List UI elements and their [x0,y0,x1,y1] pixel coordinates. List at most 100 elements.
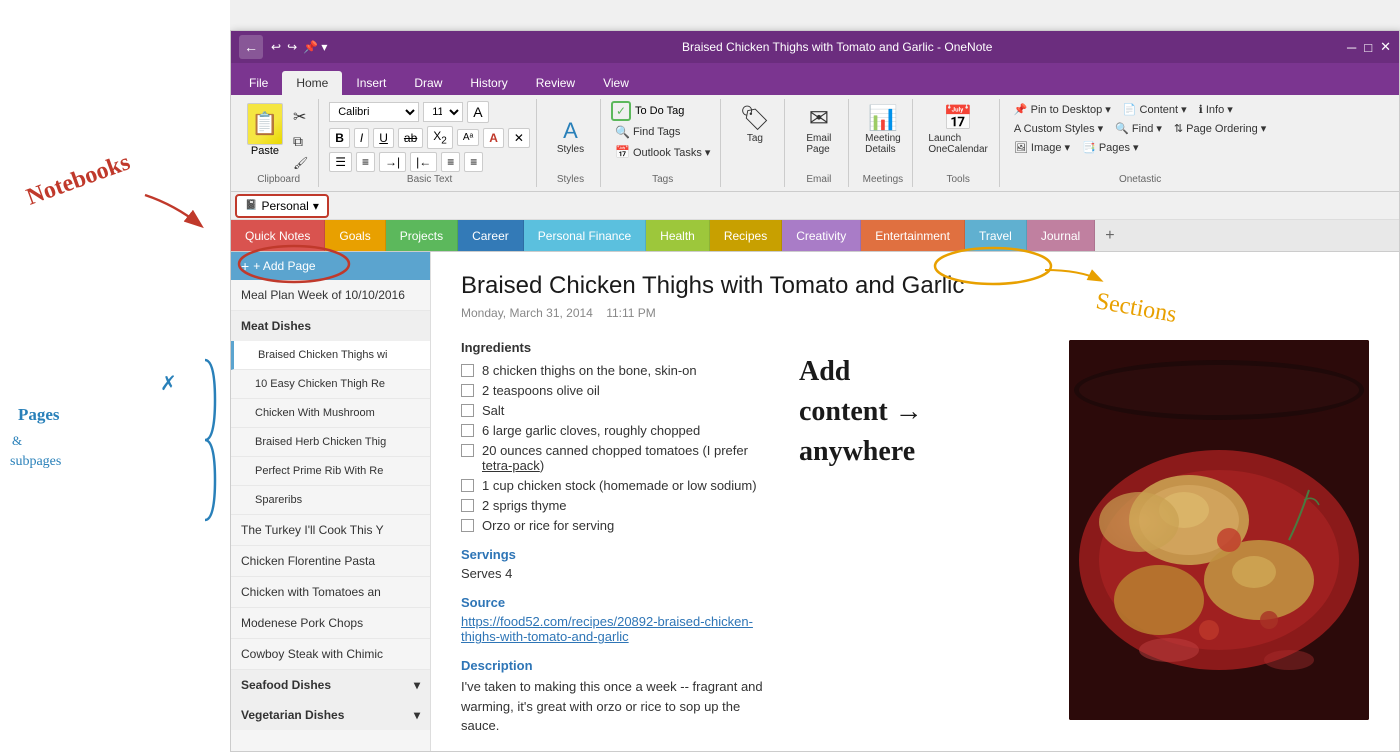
indent-button[interactable]: →| [379,152,406,172]
pin-to-desktop-button[interactable]: 📌 Pin to Desktop ▾ [1010,101,1115,118]
outlook-tasks-button[interactable]: 📅 Outlook Tasks ▾ [611,143,714,161]
strikethrough-button[interactable]: ab [398,128,423,148]
ingredient-5: 20 ounces canned chopped tomatoes (I pre… [461,443,769,473]
bullet-list-button[interactable]: ☰ [329,152,352,172]
page-section-vegetarian[interactable]: Vegetarian Dishes ▾ [231,700,430,730]
add-section-button[interactable]: + [1095,223,1124,249]
page-item-turkey[interactable]: The Turkey I'll Cook This Y [231,515,430,546]
underline-button[interactable]: U [373,128,394,148]
font-size-select[interactable]: 11 [423,102,463,122]
ingredient-checkbox-8[interactable] [461,519,474,532]
title-bar: ← ↩ ↪ 📌 ▾ Braised Chicken Thighs with To… [231,31,1399,63]
italic-button[interactable]: I [354,128,369,148]
ingredient-checkbox-7[interactable] [461,499,474,512]
styles-buttons: A Styles [550,101,590,172]
section-tab-quicknotes[interactable]: Quick Notes [231,220,325,251]
section-tab-journal[interactable]: Journal [1027,220,1095,251]
tab-file[interactable]: File [235,71,282,95]
back-button[interactable]: ← [239,35,263,59]
cut-button[interactable]: ✂ [289,105,312,129]
page-item-chicken-tomatoes[interactable]: Chicken with Tomatoes an [231,577,430,608]
section-tab-travel[interactable]: Travel [965,220,1027,251]
section-tab-career[interactable]: Career [458,220,524,251]
minimize-button[interactable]: ─ [1347,40,1356,55]
copy-button[interactable]: ⧉ [289,131,312,152]
ingredient-checkbox-5[interactable] [461,444,474,457]
find-button[interactable]: 🔍 Find ▾ [1111,120,1166,137]
servings-value: Serves 4 [461,566,769,581]
numbered-list-button[interactable]: ≡ [356,152,375,172]
page-item-10-easy-chicken[interactable]: 10 Easy Chicken Thigh Re [231,370,430,399]
pin-button[interactable]: 📌 ▾ [303,40,327,54]
page-section-seafood[interactable]: Seafood Dishes ▾ [231,670,430,700]
redo-button[interactable]: ↪ [287,40,297,54]
maximize-button[interactable]: □ [1364,40,1372,55]
section-tab-creativity[interactable]: Creativity [782,220,861,251]
image-button[interactable]: 🖼 Image ▾ [1010,139,1074,156]
ingredient-checkbox-4[interactable] [461,424,474,437]
section-tab-entertainment[interactable]: Entertainment [861,220,965,251]
add-page-button[interactable]: + + Add Page [231,252,430,280]
note-title[interactable]: Braised Chicken Thighs with Tomato and G… [461,272,1369,300]
subscript-button[interactable]: X2 [427,126,453,149]
note-time: 11:11 PM [606,306,656,320]
tab-review[interactable]: Review [522,71,589,95]
section-tab-finance[interactable]: Personal Finance [524,220,646,251]
ingredient-text-7: 2 sprigs thyme [482,498,567,513]
bold-button[interactable]: B [329,128,350,148]
section-tab-goals[interactable]: Goals [325,220,385,251]
meeting-details-button[interactable]: 📊 MeetingDetails [860,101,906,158]
ribbon: File Home Insert Draw History Review Vie… [231,63,1399,192]
page-item-chicken-florentine[interactable]: Chicken Florentine Pasta [231,546,430,577]
email-page-button[interactable]: ✉ EmailPage [799,101,839,158]
tab-history[interactable]: History [456,71,521,95]
tag-button[interactable]: 🏷 Tag [735,101,775,147]
page-ordering-button[interactable]: ⇅ Page Ordering ▾ [1170,120,1270,137]
launch-onecalendar-button[interactable]: 📅 LaunchOneCalendar [923,101,992,158]
align-right-button[interactable]: ≡ [464,152,483,172]
svg-text:subpages: subpages [10,454,61,469]
superscript-button[interactable]: Aᵃ [457,129,479,146]
tab-insert[interactable]: Insert [342,71,400,95]
page-item-meal-plan[interactable]: Meal Plan Week of 10/10/2016 [231,280,430,311]
custom-styles-button[interactable]: A Custom Styles ▾ [1010,120,1107,137]
ingredient-checkbox-1[interactable] [461,364,474,377]
info-button[interactable]: ℹ Info ▾ [1195,101,1237,118]
outdent-button[interactable]: |← [410,152,437,172]
align-left-button[interactable]: ≡ [441,152,460,172]
font-select[interactable]: Calibri [329,102,419,122]
page-section-meat-dishes[interactable]: Meat Dishes [231,311,430,341]
tab-view[interactable]: View [589,71,643,95]
tab-draw[interactable]: Draw [400,71,456,95]
page-item-braised-chicken-thighs[interactable]: Braised Chicken Thighs wi [231,341,430,370]
pages-button[interactable]: 📑 Pages ▾ [1078,139,1143,156]
source-url[interactable]: https://food52.com/recipes/20892-braised… [461,614,769,644]
onenote-window: ← ↩ ↪ 📌 ▾ Braised Chicken Thighs with To… [230,30,1400,752]
page-item-chicken-mushroom[interactable]: Chicken With Mushroom [231,399,430,428]
page-item-modenese-pork[interactable]: Modenese Pork Chops [231,608,430,639]
content-button[interactable]: 📄 Content ▾ [1119,101,1191,118]
page-item-cowboy-steak[interactable]: Cowboy Steak with Chimic [231,639,430,670]
notebook-selector[interactable]: 📓 Personal ▾ [235,194,329,218]
format-painter-button[interactable]: 🖌 [289,154,312,172]
section-tab-health[interactable]: Health [646,220,710,251]
styles-button[interactable]: A Styles [550,115,590,158]
tab-home[interactable]: Home [282,71,342,95]
section-tab-recipes[interactable]: Recipes [710,220,782,251]
page-item-prime-rib[interactable]: Perfect Prime Rib With Re [231,457,430,486]
section-tab-projects[interactable]: Projects [386,220,458,251]
svg-text:content →: content → [799,396,923,427]
font-color-button[interactable]: A [483,128,504,148]
clear-formatting-button[interactable]: A [467,101,488,123]
page-item-braised-herb[interactable]: Braised Herb Chicken Thig [231,428,430,457]
find-tags-button[interactable]: 🔍 Find Tags [611,123,714,141]
todo-tag-label[interactable]: To Do Tag [635,105,684,117]
close-button[interactable]: ✕ [1380,39,1391,55]
undo-button[interactable]: ↩ [271,40,281,54]
paste-button[interactable]: 📋 Paste [245,101,285,159]
ingredient-checkbox-3[interactable] [461,404,474,417]
eraser-button[interactable]: ✕ [508,128,530,148]
ingredient-checkbox-6[interactable] [461,479,474,492]
ingredient-checkbox-2[interactable] [461,384,474,397]
page-item-spareribs[interactable]: Spareribs [231,486,430,515]
